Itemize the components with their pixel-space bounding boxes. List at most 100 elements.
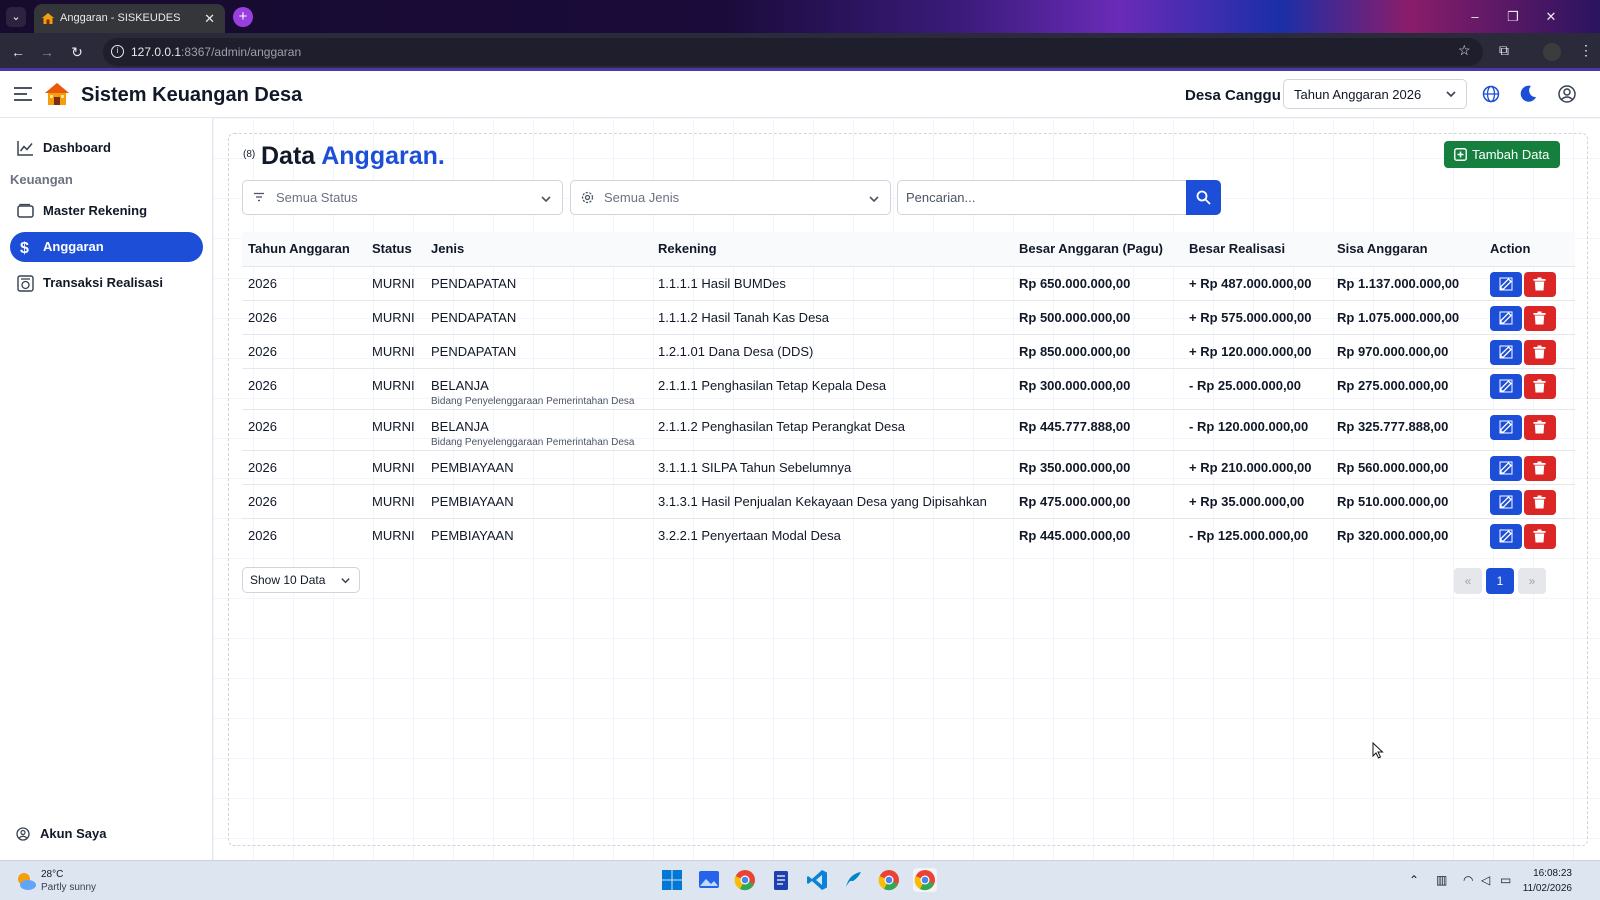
clock-date[interactable]: 11/02/2026 (1523, 883, 1572, 894)
sidebar-item-transaksi-realisasi[interactable]: Transaksi Realisasi (10, 268, 203, 298)
forward-arrow-icon[interactable]: → (37, 42, 57, 62)
search-icon (1196, 190, 1211, 205)
photos-app-icon[interactable] (697, 868, 721, 892)
bookmark-star-icon[interactable]: ☆ (1458, 42, 1471, 59)
tab-close-icon[interactable]: ✕ (204, 4, 215, 33)
notepad-app-icon[interactable] (769, 868, 793, 892)
browser-menu-icon[interactable]: ⋮ (1579, 42, 1593, 59)
column-header[interactable]: Status (366, 232, 425, 266)
new-tab-button[interactable]: + (233, 7, 253, 27)
chevron-down-icon (541, 196, 551, 203)
edit-button[interactable] (1490, 489, 1522, 515)
battery-icon[interactable]: ▭ (1500, 873, 1511, 887)
my-account-link[interactable]: Akun Saya (10, 824, 106, 844)
column-header[interactable]: Rekening (652, 232, 1013, 266)
window-close-button[interactable]: ✕ (1532, 0, 1570, 33)
budget-year-select[interactable]: Tahun Anggaran 2026 (1283, 79, 1467, 109)
pagination-page-1[interactable]: 1 (1486, 568, 1514, 594)
cell-pagu: Rp 300.000.000,00 (1013, 367, 1183, 409)
chrome-profile-app-icon[interactable] (877, 868, 901, 892)
edit-button[interactable] (1490, 339, 1522, 365)
cell-status: MURNI (366, 299, 425, 334)
pagination-prev-button[interactable]: « (1454, 568, 1482, 594)
cell-tahun: 2026 (242, 265, 366, 300)
edit-icon (1499, 311, 1513, 324)
wifi-icon[interactable]: ◠ (1463, 873, 1473, 887)
add-data-button[interactable]: Tambah Data (1444, 141, 1560, 168)
dark-mode-moon-icon[interactable] (1518, 84, 1538, 104)
transaction-icon (17, 275, 34, 292)
table-row: 2026 MURNI PEMBIAYAAN 3.2.2.1 Penyertaan… (242, 517, 1575, 552)
user-profile-icon[interactable] (1557, 84, 1577, 104)
page-size-select[interactable]: Show 10 Data (242, 567, 360, 593)
mouse-cursor-icon (1372, 742, 1384, 759)
site-info-icon[interactable]: i (111, 45, 124, 58)
status-filter-select[interactable]: Semua Status (242, 180, 563, 215)
extensions-icon[interactable]: ⧉ (1499, 42, 1509, 59)
volume-icon[interactable]: ◁ (1481, 873, 1490, 887)
delete-button[interactable] (1524, 305, 1556, 331)
edit-button[interactable] (1490, 271, 1522, 297)
jenis-filter-select[interactable]: Semua Jenis (570, 180, 891, 215)
cell-pagu: Rp 475.000.000,00 (1013, 483, 1183, 518)
tray-overflow-icon[interactable]: ⌃ (1409, 873, 1419, 887)
tab-search-button[interactable]: ⌄ (6, 7, 26, 27)
maximize-button[interactable]: ❐ (1494, 0, 1532, 33)
clock-time[interactable]: 16:08:23 (1533, 868, 1572, 879)
sidebar-item-master-rekening[interactable]: Master Rekening (10, 196, 203, 226)
delete-button[interactable] (1524, 489, 1556, 515)
sidebar-item-anggaran[interactable]: $ Anggaran (10, 232, 203, 262)
menu-toggle-icon[interactable] (14, 87, 32, 101)
globe-icon[interactable] (1481, 84, 1501, 104)
table-row: 2026 MURNI BELANJA Bidang Penyelenggaraan… (242, 408, 1575, 450)
chrome-active-app-icon[interactable] (913, 868, 937, 892)
delete-button[interactable] (1524, 373, 1556, 399)
profile-avatar[interactable] (1543, 43, 1561, 61)
search-button[interactable] (1186, 180, 1221, 215)
jenis-text: PENDAPATAN (431, 309, 517, 325)
cell-sisa: Rp 1.075.000.000,00 (1331, 299, 1484, 334)
browser-tab[interactable]: Anggaran - SISKEUDES ✕ (34, 4, 225, 33)
weather-sun-cloud-icon[interactable] (15, 870, 37, 892)
column-header[interactable]: Besar Realisasi (1183, 232, 1331, 266)
edit-button[interactable] (1490, 523, 1522, 549)
vscode-app-icon[interactable] (805, 868, 829, 892)
feather-app-icon[interactable] (841, 868, 865, 892)
delete-button[interactable] (1524, 271, 1556, 297)
weather-temperature[interactable]: 28°C (41, 869, 63, 880)
column-header[interactable]: Jenis (425, 232, 652, 266)
edit-button[interactable] (1490, 305, 1522, 331)
table-row: 2026 MURNI PEMBIAYAAN 3.1.3.1 Hasil Penj… (242, 483, 1575, 518)
reload-icon[interactable]: ↻ (67, 42, 87, 62)
tray-app-icon[interactable]: ▥ (1436, 873, 1447, 887)
cell-rekening: 3.2.2.1 Penyertaan Modal Desa (652, 517, 1013, 552)
edit-button[interactable] (1490, 414, 1522, 440)
column-header[interactable]: Besar Anggaran (Pagu) (1013, 232, 1183, 266)
tab-title: Anggaran - SISKEUDES (60, 12, 181, 24)
chrome-app-icon[interactable] (733, 868, 757, 892)
edit-button[interactable] (1490, 455, 1522, 481)
cell-status: MURNI (366, 483, 425, 518)
trash-icon (1533, 461, 1546, 474)
back-arrow-icon[interactable]: ← (8, 42, 28, 62)
edit-button[interactable] (1490, 373, 1522, 399)
pagination-next-button[interactable]: » (1518, 568, 1546, 594)
weather-description[interactable]: Partly sunny (41, 882, 96, 893)
cell-tahun: 2026 (242, 367, 366, 409)
bidang-text: Bidang Penyelenggaraan Pemerintahan Desa (431, 436, 635, 448)
delete-button[interactable] (1524, 523, 1556, 549)
cell-rekening: 1.2.1.01 Dana Desa (DDS) (652, 333, 1013, 368)
sidebar-section-keuangan: Keuangan (10, 172, 73, 187)
delete-button[interactable] (1524, 339, 1556, 365)
windows-start-icon[interactable] (660, 868, 684, 892)
search-input[interactable] (897, 180, 1187, 215)
cell-realisasi: - Rp 25.000.000,00 (1183, 367, 1331, 409)
column-header[interactable]: Sisa Anggaran (1331, 232, 1484, 266)
page-title-dot: . (437, 142, 445, 170)
delete-button[interactable] (1524, 414, 1556, 440)
column-header[interactable]: Tahun Anggaran (242, 232, 366, 266)
sidebar-item-dashboard[interactable]: Dashboard (10, 133, 203, 163)
address-bar[interactable]: i 127.0.0.1:8367/admin/anggaran (103, 38, 1483, 66)
delete-button[interactable] (1524, 455, 1556, 481)
minimize-button[interactable]: – (1456, 0, 1494, 33)
